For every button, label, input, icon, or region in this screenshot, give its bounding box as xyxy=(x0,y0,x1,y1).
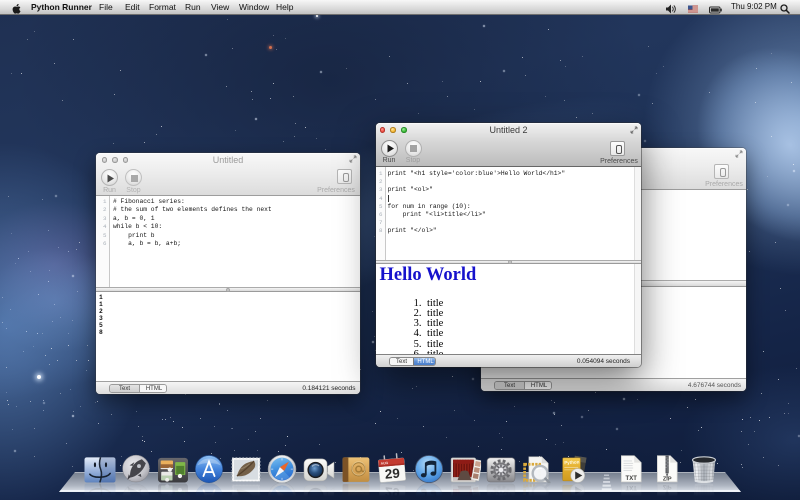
svg-text:Python: Python xyxy=(564,459,580,465)
svg-text:29: 29 xyxy=(384,466,400,482)
svg-text:TXT: TXT xyxy=(625,476,637,482)
svg-text:ZIP: ZIP xyxy=(662,476,671,482)
svg-text:AUG: AUG xyxy=(381,461,389,466)
